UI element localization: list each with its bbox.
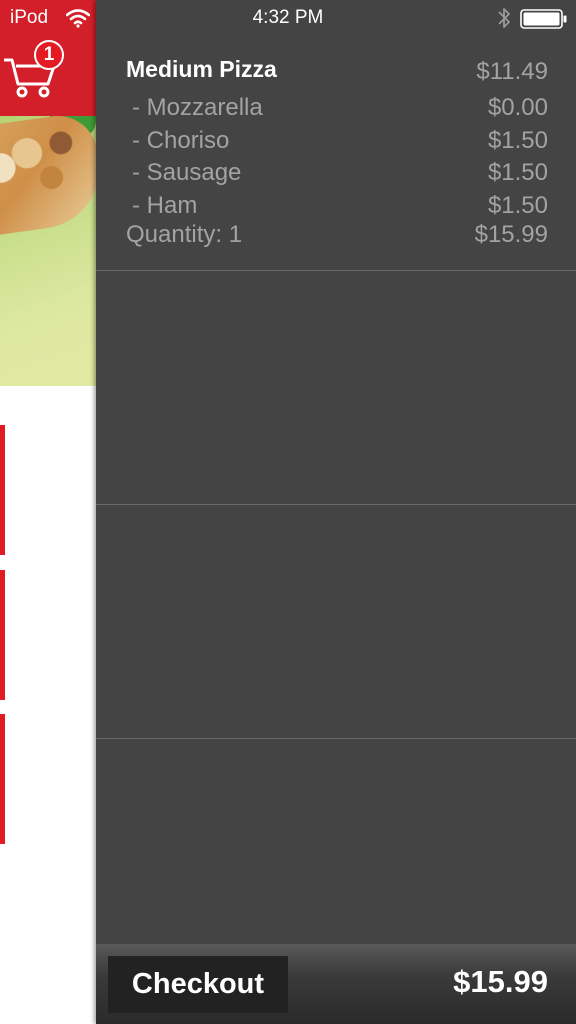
status-bar: iPod 4:32 PM — [0, 0, 576, 38]
item-base-price: $11.49 — [476, 58, 548, 85]
bluetooth-icon — [498, 8, 510, 28]
item-name: Medium Pizza — [126, 56, 277, 82]
cart-row-divider — [96, 738, 576, 739]
underlying-menu-screen: 1 — [0, 0, 96, 1024]
option-price: $1.50 — [487, 127, 548, 154]
item-option-row: - Ham $1.50 — [96, 192, 576, 222]
option-label: - Ham — [132, 192, 198, 219]
empty-cart-slot — [96, 505, 576, 739]
item-line-total: $15.99 — [474, 221, 548, 248]
item-option-row: - Choriso $1.50 — [96, 127, 576, 157]
pizza-image — [0, 116, 96, 386]
order-total: $15.99 — [453, 964, 548, 999]
empty-cart-slot — [96, 271, 576, 505]
status-time: 4:32 PM — [252, 7, 324, 28]
option-price: $1.50 — [487, 192, 548, 219]
option-label: - Mozzarella — [132, 94, 263, 121]
item-quantity: Quantity: 1 — [126, 221, 243, 248]
menu-category-tab[interactable] — [0, 425, 5, 555]
menu-category-tab[interactable] — [0, 570, 5, 700]
option-price: $0.00 — [487, 94, 548, 121]
item-option-row: - Mozzarella $0.00 — [96, 94, 576, 124]
item-quantity-row: Quantity: 1 $15.99 — [96, 221, 576, 251]
cart-item[interactable]: Medium Pizza $11.49 - Mozzarella $0.00 -… — [96, 36, 576, 270]
option-label: - Sausage — [132, 159, 242, 186]
cart-drawer: Medium Pizza $11.49 - Mozzarella $0.00 -… — [96, 0, 576, 1024]
checkout-bar: Checkout $15.99 — [96, 944, 576, 1024]
battery-icon — [520, 9, 567, 29]
item-title-row: Medium Pizza $11.49 — [96, 56, 576, 86]
option-price: $1.50 — [487, 159, 548, 186]
cart-count-badge: 1 — [34, 40, 64, 70]
option-label: - Choriso — [132, 127, 230, 154]
menu-category-tab[interactable] — [0, 714, 5, 844]
item-option-row: - Sausage $1.50 — [96, 159, 576, 189]
checkout-button[interactable]: Checkout — [108, 956, 288, 1013]
